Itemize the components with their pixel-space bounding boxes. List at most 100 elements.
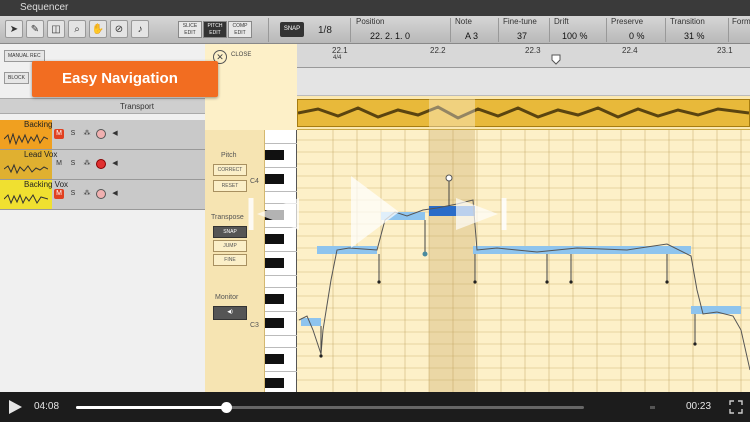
automation-icon[interactable]: ⁂	[82, 129, 92, 139]
form-label: Form	[732, 17, 750, 26]
record-arm-button[interactable]	[96, 189, 106, 199]
piano-black-key[interactable]	[265, 294, 284, 304]
piano-black-key[interactable]	[265, 258, 284, 268]
transport-track[interactable]: Transport	[0, 98, 205, 114]
piano-black-key[interactable]	[265, 354, 284, 364]
piano-black-key[interactable]	[265, 234, 284, 244]
record-arm-button[interactable]	[96, 129, 106, 139]
empty-lane	[297, 68, 750, 96]
transpose-title: Transpose	[211, 214, 244, 221]
automation-icon[interactable]: ⁂	[82, 159, 92, 169]
clip-selection[interactable]	[429, 99, 475, 127]
transition-field[interactable]: Transition 31 %	[670, 17, 705, 41]
video-controls: 04:08 00:23	[0, 392, 750, 422]
ruler-tick-label: 22.3	[525, 46, 541, 55]
automation-icon[interactable]: ⁂	[82, 189, 92, 199]
piano-white-key-divider	[265, 287, 297, 288]
piano-black-key[interactable]	[265, 174, 284, 184]
audio-clip[interactable]	[297, 99, 750, 127]
transition-value[interactable]: 31 %	[670, 31, 705, 41]
fine-button[interactable]: FINE	[213, 254, 247, 266]
rewind-icon[interactable]	[245, 194, 305, 234]
finetune-value[interactable]: 37	[503, 31, 537, 41]
piano-black-key[interactable]	[265, 378, 284, 388]
piano-white-key-divider	[265, 347, 297, 348]
track-backing[interactable]: Backing M S ⁂ ◀	[0, 120, 205, 150]
comp-edit-button[interactable]: COMP EDIT	[228, 21, 252, 38]
eraser-tool-icon[interactable]: ◫	[47, 20, 65, 38]
speaker-icon[interactable]: ◀	[110, 159, 120, 169]
track-lead-vox[interactable]: Lead Vox M S ⁂ ◀	[0, 150, 205, 180]
divider	[728, 18, 729, 42]
snap-button[interactable]: SNAP	[213, 226, 247, 238]
pitch-grid[interactable]	[297, 130, 750, 392]
snap-toggle-button[interactable]: SNAP	[280, 22, 304, 37]
track-backing-vox[interactable]: Backing Vox M S ⁂ ◀	[0, 180, 205, 210]
piano-white-key-divider	[265, 251, 297, 252]
octave-label: C4	[250, 178, 259, 185]
note-field[interactable]: Note A 3	[455, 17, 478, 41]
play-icon[interactable]	[9, 400, 22, 414]
hand-tool-icon[interactable]: ✋	[89, 20, 107, 38]
scrub-bar[interactable]	[76, 402, 584, 413]
arrow-tool-icon[interactable]: ➤	[5, 20, 23, 38]
fullscreen-icon[interactable]	[729, 400, 743, 414]
mute-button[interactable]: M	[54, 129, 64, 139]
scrub-progress	[76, 406, 226, 409]
monitor-title: Monitor	[215, 294, 239, 301]
close-button-label[interactable]: CLOSE	[231, 52, 251, 58]
solo-button[interactable]: S	[68, 159, 78, 169]
toolbar: ➤ ✎ ◫ ⌕ ✋ ⊘ ♪ SLICE EDIT PITCH EDIT COMP…	[0, 16, 750, 44]
pitch-edit-button[interactable]: PITCH EDIT	[203, 21, 227, 38]
piano-black-key[interactable]	[265, 318, 284, 328]
preserve-value[interactable]: 0 %	[611, 31, 645, 41]
track-name: Lead Vox	[24, 150, 58, 159]
block-button[interactable]: BLOCK	[4, 72, 29, 84]
jump-button[interactable]: JUMP	[213, 240, 247, 252]
slice-edit-button[interactable]: SLICE EDIT	[178, 21, 202, 38]
mute-button[interactable]: M	[54, 159, 64, 169]
scrub-handle[interactable]	[220, 402, 232, 413]
solo-button[interactable]: S	[68, 189, 78, 199]
timeline-ruler[interactable]: 22.1 4/4 22.2 22.3 22.4 23.1	[297, 44, 750, 68]
position-field[interactable]: Position 22. 2. 1. 0	[356, 17, 410, 41]
speaker-icon[interactable]: ◀	[110, 129, 120, 139]
mute-tool-icon[interactable]: ⊘	[110, 20, 128, 38]
speaker-tool-icon[interactable]: ♪	[131, 20, 149, 38]
preserve-field[interactable]: Preserve 0 %	[611, 17, 645, 41]
mute-button[interactable]: M	[54, 189, 64, 199]
speaker-icon[interactable]: ◀	[110, 189, 120, 199]
pencil-tool-icon[interactable]: ✎	[26, 20, 44, 38]
piano-white-key-divider	[265, 275, 297, 276]
magnifier-tool-icon[interactable]: ⌕	[68, 20, 86, 38]
volume-indicator	[650, 406, 655, 409]
pitch-note	[473, 246, 691, 254]
drift-value[interactable]: 100 %	[554, 31, 588, 41]
note-value[interactable]: A 3	[455, 31, 478, 41]
snap-value-select[interactable]: 1/8	[318, 25, 332, 36]
playhead-marker-icon[interactable]	[551, 54, 561, 68]
play-overlay-icon[interactable]	[345, 172, 405, 252]
ruler-tick-label: 23.1	[717, 46, 733, 55]
form-field[interactable]: Form	[732, 17, 750, 26]
reset-button[interactable]: RESET	[213, 180, 247, 192]
fast-forward-icon[interactable]	[450, 194, 510, 234]
monitor-speaker-button[interactable]: ◀)	[213, 306, 247, 320]
finetune-field[interactable]: Fine-tune 37	[503, 17, 537, 41]
piano-keyboard[interactable]	[265, 130, 297, 392]
divider	[665, 18, 666, 42]
feature-banner: Easy Navigation	[32, 61, 218, 97]
correct-button[interactable]: CORRECT	[213, 164, 247, 176]
record-arm-button[interactable]	[96, 159, 106, 169]
pitch-handle-icon	[445, 174, 453, 182]
transport-label: Transport	[120, 102, 154, 111]
drift-field[interactable]: Drift 100 %	[554, 17, 588, 41]
solo-button[interactable]: S	[68, 129, 78, 139]
drift-label: Drift	[554, 17, 569, 26]
finetune-label: Fine-tune	[503, 17, 537, 26]
time-elapsed: 04:08	[34, 401, 60, 412]
note-stem-dots	[319, 280, 697, 358]
piano-black-key[interactable]	[265, 150, 284, 160]
piano-white-key-divider	[265, 167, 297, 168]
position-value[interactable]: 22. 2. 1. 0	[356, 31, 410, 41]
